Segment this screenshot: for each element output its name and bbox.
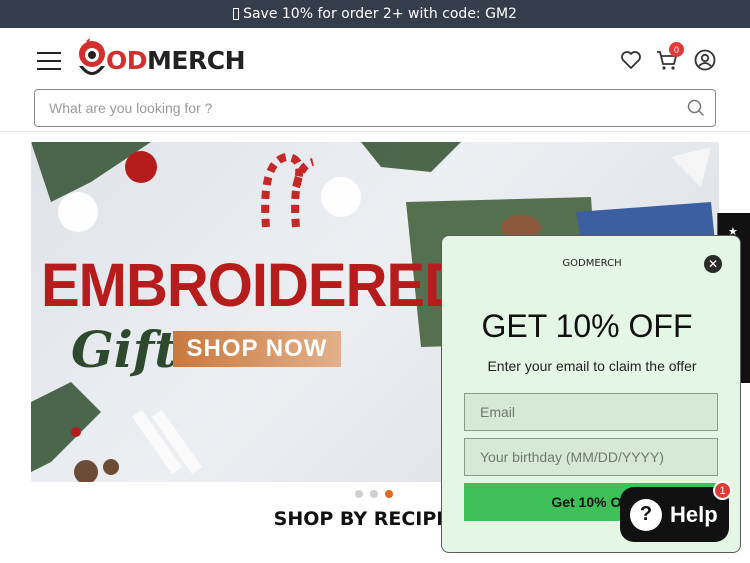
- site-header: ODMERCH 0: [0, 28, 750, 132]
- logo-text: ODMERCH: [106, 45, 245, 75]
- announcement-text: Save 10% for order 2+ with code: GM2: [243, 6, 517, 22]
- carousel-dot[interactable]: [370, 490, 378, 498]
- carousel-dots: [355, 490, 393, 498]
- birthday-field[interactable]: [464, 438, 718, 476]
- help-notification-badge: 1: [713, 481, 732, 500]
- banner-headline: EMBROIDERED: [41, 251, 466, 320]
- announcement-bar: Save 10% for order 2+ with code: GM2: [0, 0, 750, 28]
- popup-title: GET 10% OFF: [481, 308, 693, 344]
- menu-icon[interactable]: [37, 52, 61, 70]
- help-label: Help: [670, 501, 718, 527]
- search-input[interactable]: [49, 90, 669, 126]
- logo-mark-icon: [79, 38, 105, 75]
- cart-count-badge: 0: [669, 42, 684, 57]
- popup-brand: GODMERCH: [562, 258, 622, 269]
- carousel-dot-active[interactable]: [385, 490, 393, 498]
- shop-now-button[interactable]: SHOP NOW: [173, 331, 341, 367]
- search-bar: [34, 89, 716, 127]
- search-icon[interactable]: [687, 99, 705, 117]
- wishlist-heart-icon[interactable]: [619, 48, 643, 72]
- close-icon[interactable]: ✕: [704, 255, 722, 273]
- site-logo[interactable]: ODMERCH: [76, 38, 245, 82]
- email-field[interactable]: [464, 393, 718, 431]
- banner-script-text: Gift: [71, 320, 178, 379]
- help-icon: ?: [630, 498, 662, 531]
- account-icon[interactable]: [693, 48, 717, 72]
- carousel-dot[interactable]: [355, 490, 363, 498]
- help-chat-button[interactable]: ? Help: [620, 487, 729, 542]
- gift-icon: [233, 8, 240, 20]
- popup-subtitle: Enter your email to claim the offer: [487, 358, 697, 374]
